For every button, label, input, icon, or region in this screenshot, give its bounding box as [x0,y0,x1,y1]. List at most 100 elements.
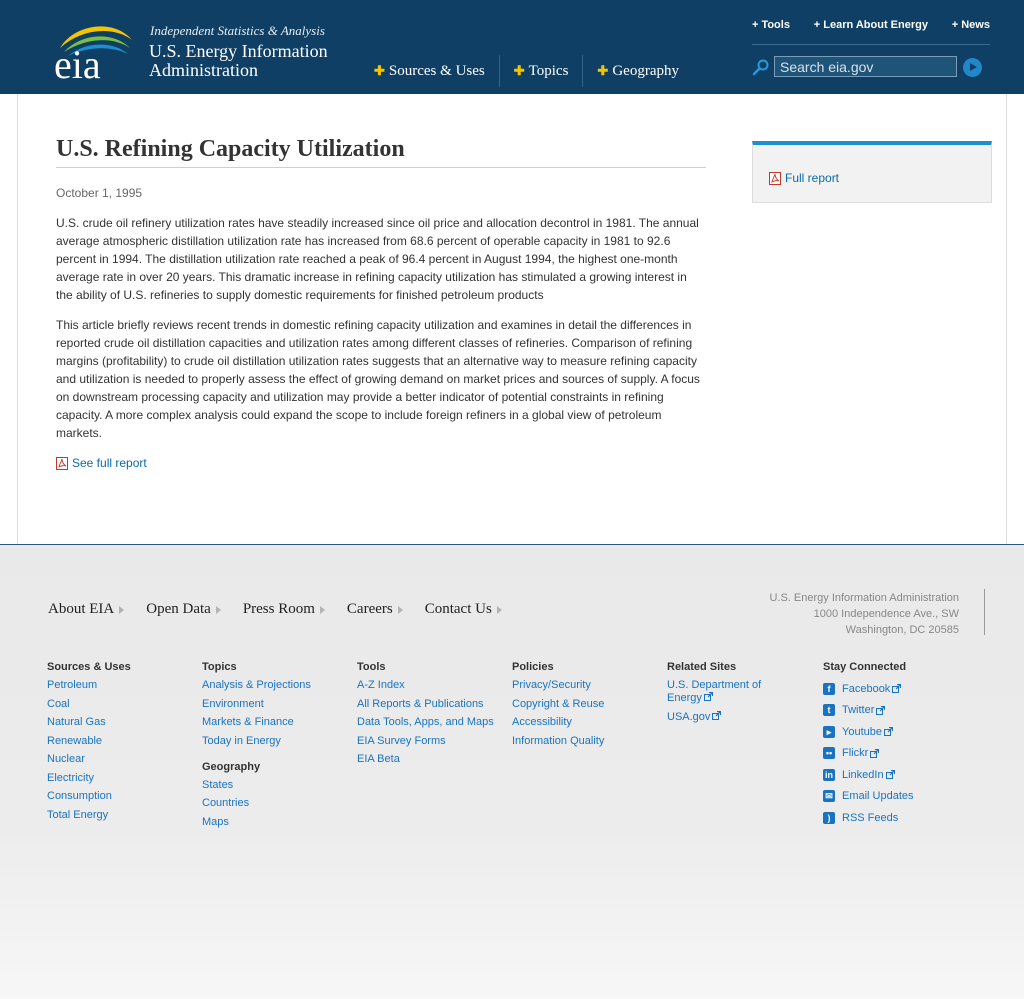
nav-sources-uses[interactable]: ✚ Sources & Uses [360,55,499,87]
see-full-report-link[interactable]: See full report [56,456,147,470]
footer-col-stay-connected: Stay Connected f Facebook t Twitter ▸ Youtu… [823,661,973,833]
footer-link[interactable]: States [202,779,352,792]
footer-col-title: Policies [512,661,554,673]
social-label: LinkedIn [842,768,884,781]
social-flickr[interactable]: •• Flickr [823,747,973,760]
footer-link[interactable]: Accessibility [512,716,662,729]
footer-link[interactable]: Consumption [47,790,197,803]
footer-col-topics: Topics Analysis & Projections Environmen… [202,661,352,834]
social-twitter[interactable]: t Twitter [823,704,973,717]
nav-label: Geography [612,62,679,79]
full-report-link[interactable]: Full report [769,171,839,185]
search-input[interactable] [774,56,957,77]
plus-icon: + [813,19,821,31]
facebook-icon: f [823,682,835,695]
footer-link[interactable]: Analysis & Projections [202,679,352,692]
external-link-icon [885,770,895,779]
pdf-icon [56,456,68,470]
agency-name[interactable]: U.S. Energy Information Administration [149,42,328,80]
search-submit-button[interactable] [963,58,982,77]
publication-date: October 1, 1995 [56,186,143,200]
footer-link[interactable]: Information Quality [512,735,662,748]
util-learn-about-energy[interactable]: + Learn About Energy [814,18,928,44]
external-link-icon [712,710,722,720]
external-link-icon [703,692,713,701]
article-paragraph-1: U.S. crude oil refinery utilization rate… [56,216,699,302]
footer-col-sources-uses: Sources & Uses Petroleum Coal Natural Ga… [47,661,197,827]
footer-nav-label: Contact Us [424,601,492,617]
main-content: U.S. Refining Capacity Utilization Octob… [17,94,1007,545]
footer-link[interactable]: Data Tools, Apps, and Maps [357,716,507,729]
footer-link[interactable]: All Reports & Publications [357,698,507,711]
footer-col-policies: Policies Privacy/Security Copyright & Re… [512,661,662,753]
nav-geography[interactable]: ✚ Geography [582,55,693,87]
social-rss-feeds[interactable]: ) RSS Feeds [823,811,973,824]
agency-name-line2: Administration [149,60,258,80]
social-label: Twitter [842,704,875,716]
footer-link[interactable]: EIA Survey Forms [357,735,507,748]
util-tools[interactable]: + Tools [752,18,790,44]
social-label: Flickr [842,747,869,759]
site-footer: About EIA Open Data Press Room Careers C… [0,544,1024,999]
social-label: Facebook [842,682,891,695]
plus-icon: ✚ [374,63,385,78]
social-facebook[interactable]: f Facebook [823,682,973,695]
footer-nav-press-room[interactable]: Press Room [243,601,325,618]
footer-nav-contact-us[interactable]: Contact Us [425,601,502,618]
svg-text:eia: eia [54,42,101,82]
footer-link[interactable]: Today in Energy [202,735,352,748]
arrow-right-icon [215,605,221,614]
plus-icon: ✚ [513,63,525,78]
footer-col-title: Sources & Uses [47,661,131,673]
social-youtube[interactable]: ▸ Youtube [823,725,973,738]
external-link-icon [870,748,880,758]
footer-link[interactable]: Maps [202,816,352,829]
footer-nav-open-data[interactable]: Open Data [146,601,221,618]
plus-icon: ✚ [597,63,609,78]
social-label: Email Updates [842,790,914,802]
footer-link[interactable]: Total Energy [47,809,197,822]
address-line-2: 1000 Independence Ave., SW [813,608,959,620]
footer-link[interactable]: Countries [202,797,352,810]
social-email-updates[interactable]: ✉ Email Updates [823,790,973,803]
footer-col-tools: Tools A-Z Index All Reports & Publicatio… [357,661,507,772]
util-news[interactable]: + News [952,18,990,44]
article-paragraph-2: This article briefly reviews recent tren… [56,318,700,440]
footer-link[interactable]: Coal [47,698,197,711]
email-icon: ✉ [823,790,835,802]
footer-nav-label: About EIA [48,601,115,617]
footer-col-title: Geography [202,760,261,773]
footer-nav-label: Press Room [242,601,315,617]
external-link-icon [876,705,886,715]
util-label: News [961,19,990,31]
footer-link[interactable]: Markets & Finance [202,716,352,729]
footer-link[interactable]: A-Z Index [357,679,507,692]
footer-link[interactable]: Environment [202,698,352,711]
footer-nav-about-eia[interactable]: About EIA [48,601,125,618]
arrow-right-icon [319,605,325,614]
full-report-label: Full report [785,171,840,185]
footer-link[interactable]: Privacy/Security [512,679,662,692]
footer-link[interactable]: Natural Gas [47,716,197,729]
nav-topics[interactable]: ✚ Topics [498,55,583,87]
footer-nav-careers[interactable]: Careers [347,601,403,618]
footer-link-usa-gov[interactable]: USA.gov [667,710,787,724]
footer-col-related-sites: Related Sites U.S. Department of Energy … [667,661,787,729]
footer-link[interactable]: EIA Beta [357,753,507,766]
footer-link[interactable]: Petroleum [47,679,197,692]
footer-link[interactable]: Copyright & Reuse [512,698,662,711]
nav-label: Sources & Uses [388,62,485,79]
footer-col-title: Tools [357,661,386,673]
footer-link-doe[interactable]: U.S. Department of Energy [667,679,787,705]
footer-link-label: USA.gov [667,710,711,723]
footer-link[interactable]: Nuclear [47,753,197,766]
social-linkedin[interactable]: in LinkedIn [823,768,973,781]
youtube-icon: ▸ [823,725,835,738]
arrow-right-icon [119,605,125,614]
footer-nav-label: Open Data [146,601,211,617]
eia-logo[interactable]: eia [54,18,134,82]
social-label: Youtube [842,725,882,738]
footer-link[interactable]: Renewable [47,735,197,748]
footer-link[interactable]: Electricity [47,772,197,785]
footer-link-label: U.S. Department of Energy [667,679,762,704]
